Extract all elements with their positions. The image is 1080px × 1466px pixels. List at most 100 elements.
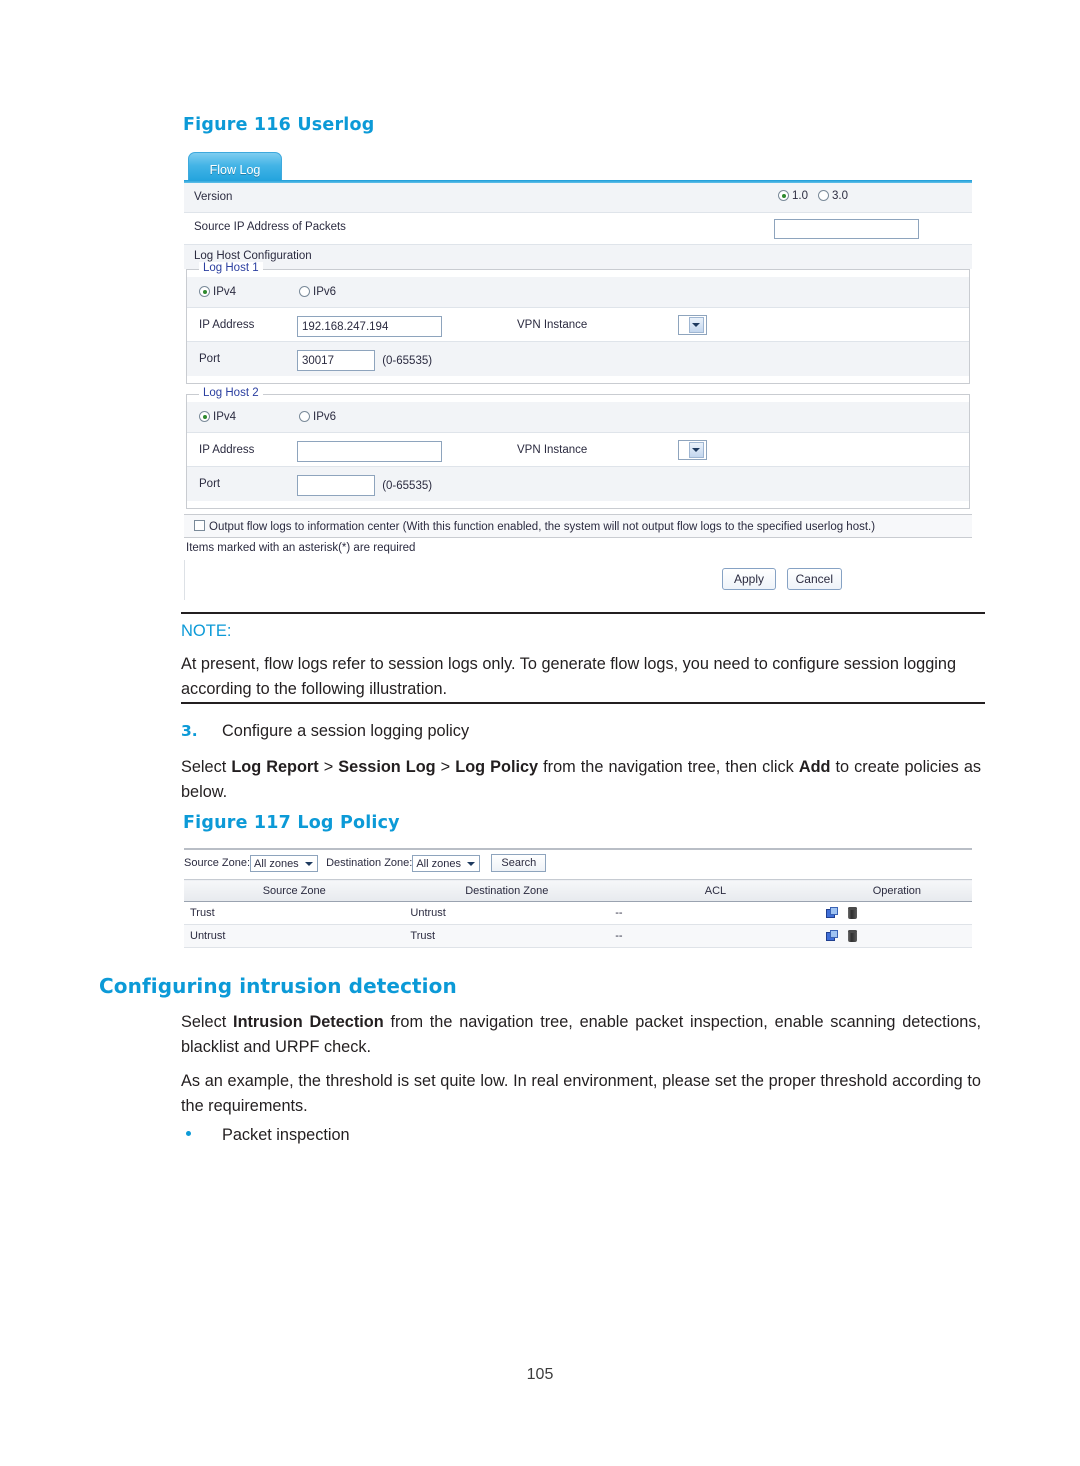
log-host-1-ip-address-label: IP Address <box>199 319 255 331</box>
column-destination-zone: Destination Zone <box>404 879 610 902</box>
tab-flow-log-label: Flow Log <box>209 163 261 177</box>
log-host-2-legend: Log Host 2 <box>199 387 263 399</box>
version-radio-group: 1.0 3.0 <box>778 190 858 202</box>
figure-117-caption: Figure 117 Log Policy <box>183 813 400 833</box>
step3-text-1: Select <box>181 758 232 776</box>
required-note-text: Items marked with an asterisk(*) are req… <box>186 542 416 554</box>
edit-icon[interactable] <box>825 929 839 942</box>
intrusion-paragraph-1: Select Intrusion Detection from the navi… <box>181 1010 981 1059</box>
log-host-2-ipv6-radio[interactable] <box>299 411 310 422</box>
column-operation: Operation <box>821 879 972 902</box>
log-host-1-port-input[interactable]: 30017 <box>297 350 375 371</box>
log-host-1-ipv6-label: IPv6 <box>313 286 337 298</box>
row-1-acl: -- <box>609 924 822 948</box>
delete-icon[interactable] <box>847 906 857 919</box>
source-zone-select[interactable]: All zones <box>250 854 319 872</box>
step3-sep-2: > <box>435 758 456 776</box>
apply-button[interactable]: Apply <box>722 568 776 590</box>
log-host-2-port-label: Port <box>199 478 221 490</box>
table-row: Trust Untrust -- <box>184 901 972 925</box>
step3-bold-log-report: Log Report <box>231 758 319 776</box>
step-3-paragraph: Select Log Report > Session Log > Log Po… <box>181 755 981 804</box>
log-host-2-port-input[interactable] <box>297 475 375 496</box>
log-host-1-ipv6-radio[interactable] <box>299 286 310 297</box>
source-ip-row: Source IP Address of Packets <box>184 213 972 245</box>
step3-bold-log-policy: Log Policy <box>455 758 539 776</box>
note-text: At present, flow logs refer to session l… <box>181 655 957 698</box>
column-source-zone: Source Zone <box>184 879 405 902</box>
edit-icon[interactable] <box>825 906 839 919</box>
delete-icon[interactable] <box>847 929 857 942</box>
search-button[interactable]: Search <box>491 854 547 872</box>
source-ip-label: Source IP Address of Packets <box>194 221 346 233</box>
note-rule-top <box>181 612 985 614</box>
step3-bold-add: Add <box>798 758 831 776</box>
log-host-2-fieldset: Log Host 2 IPv4 IPv6 IP Address VPN Inst… <box>186 387 970 509</box>
intrusion-text-1: Select <box>181 1013 234 1031</box>
version-3-0-radio[interactable] <box>818 190 829 201</box>
log-host-2-ip-address-input[interactable] <box>297 441 442 462</box>
row-0-operation <box>821 901 972 925</box>
source-zone-label: Source Zone: <box>184 857 251 869</box>
log-host-1-port-range: (0-65535) <box>382 354 433 367</box>
log-policy-toolbar: Source Zone: All zones Destination Zone: A… <box>184 850 972 879</box>
tab-flow-log[interactable]: Flow Log <box>188 152 282 181</box>
flow-log-screenshot: Flow Log Version 1.0 3.0 Source IP Addres… <box>184 150 972 600</box>
page-number: 105 <box>526 1366 554 1383</box>
log-host-1-ip-address-input[interactable]: 192.168.247.194 <box>297 316 442 337</box>
chevron-down-icon <box>692 448 700 452</box>
form-actions-row: Apply Cancel <box>184 560 972 600</box>
log-host-2-vpn-instance-select[interactable] <box>678 440 707 460</box>
step3-sep-1: > <box>318 758 339 776</box>
chevron-down-icon <box>692 323 700 327</box>
intrusion-bullet-1: Packet inspection <box>222 1126 350 1144</box>
row-0-destination-zone: Untrust <box>404 901 610 925</box>
source-ip-input[interactable] <box>774 219 919 239</box>
log-policy-screenshot: Source Zone: All zones Destination Zone: A… <box>184 848 972 948</box>
log-host-2-port-row: Port (0-65535) <box>187 467 969 501</box>
step-3-title: Configure a session logging policy <box>222 722 470 740</box>
log-host-2-ipv4-radio[interactable] <box>199 411 210 422</box>
column-acl: ACL <box>609 879 822 902</box>
note-label: NOTE: <box>181 622 232 640</box>
destination-zone-label: Destination Zone: <box>326 857 413 869</box>
document-page: Figure 116 Userlog Flow Log Version 1.0 3… <box>0 0 1080 1466</box>
log-host-1-ipv4-label: IPv4 <box>213 286 237 298</box>
log-host-2-vpn-instance-label: VPN Instance <box>517 444 588 456</box>
log-host-configuration-row: Log Host Configuration <box>184 245 972 269</box>
log-host-1-port-label: Port <box>199 353 221 365</box>
log-host-2-port-range: (0-65535) <box>382 479 433 492</box>
log-host-2-ipv6-label: IPv6 <box>313 411 337 423</box>
version-1-0-radio[interactable] <box>778 190 789 201</box>
destination-zone-select[interactable]: All zones <box>412 854 481 872</box>
chevron-down-icon <box>305 861 314 866</box>
version-3-0-label: 3.0 <box>832 190 848 202</box>
required-note-row: Items marked with an asterisk(*) are req… <box>184 538 972 560</box>
output-flow-logs-checkbox[interactable] <box>194 520 205 531</box>
output-flow-logs-row: Output flow logs to information center (… <box>184 514 972 538</box>
row-0-source-zone: Trust <box>184 901 405 925</box>
figure-116-caption: Figure 116 Userlog <box>183 115 375 135</box>
output-flow-logs-label: Output flow logs to information center (… <box>209 521 876 533</box>
log-host-1-fieldset: Log Host 1 IPv4 IPv6 IP Address 192.168.… <box>186 262 970 384</box>
log-host-1-ipv4-radio[interactable] <box>199 286 210 297</box>
log-host-1-ipversion-row: IPv4 IPv6 <box>187 277 969 308</box>
log-host-2-ipaddress-row: IP Address VPN Instance <box>187 433 969 467</box>
log-host-1-port-row: Port 30017 (0-65535) <box>187 342 969 376</box>
section-heading-intrusion-detection: Configuring intrusion detection <box>99 974 457 998</box>
source-zone-value: All zones <box>254 857 299 870</box>
cancel-button[interactable]: Cancel <box>786 568 842 590</box>
step-3-number: 3. <box>181 722 198 740</box>
row-1-destination-zone: Trust <box>404 924 610 948</box>
intrusion-paragraph-2: As an example, the threshold is set quit… <box>181 1072 981 1115</box>
row-1-operation <box>821 924 972 948</box>
step3-bold-session-log: Session Log <box>338 758 436 776</box>
log-host-configuration-label: Log Host Configuration <box>194 250 312 262</box>
log-host-1-vpn-instance-select[interactable] <box>678 315 707 335</box>
bullet-icon <box>186 1131 191 1136</box>
version-row: Version 1.0 3.0 <box>184 183 972 213</box>
log-host-2-ipv4-label: IPv4 <box>213 411 237 423</box>
row-0-acl: -- <box>609 901 822 925</box>
version-1-0-label: 1.0 <box>792 190 808 202</box>
destination-zone-value: All zones <box>416 857 461 870</box>
